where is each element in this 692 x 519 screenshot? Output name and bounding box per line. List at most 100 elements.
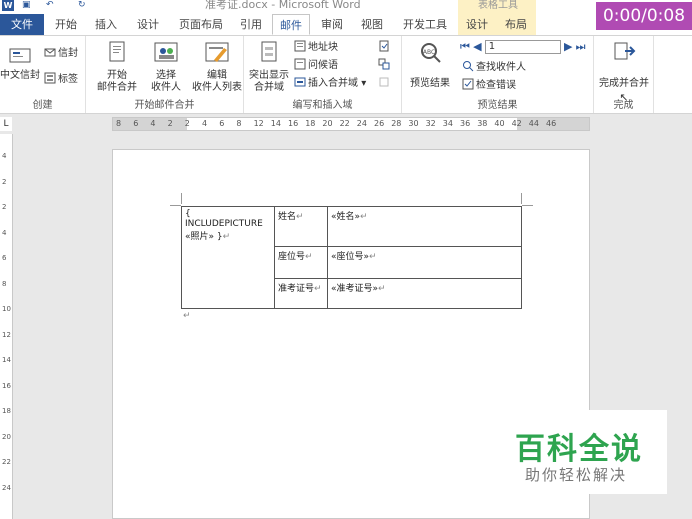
ruler-tick: 22: [2, 458, 11, 466]
chinese-envelope-icon: [9, 48, 31, 63]
last-record-icon[interactable]: ⏭: [576, 40, 586, 53]
paragraph-mark: ↵: [305, 252, 313, 262]
record-navigation: ⏮ ◀ 1 ▶ ⏭: [460, 40, 592, 55]
highlight-merge-fields-icon: [261, 41, 277, 62]
highlight-line2: 合并域: [254, 82, 284, 93]
greeting-line-button[interactable]: 问候语: [294, 58, 338, 73]
tab-design[interactable]: 设计: [130, 14, 166, 35]
labels-button[interactable]: 标签: [44, 72, 78, 87]
ruler-tick: 6: [133, 119, 139, 128]
highlight-merge-fields-button[interactable]: 突出显示 合并域: [246, 40, 292, 94]
start-merge-line2: 邮件合并: [97, 82, 137, 93]
tab-table-layout[interactable]: 布局: [496, 14, 536, 35]
group-finish: 完成并合并 ↖ 完成: [594, 36, 654, 113]
ruler-tick: 8: [2, 279, 7, 288]
edit-recipients-line1: 编辑: [207, 70, 227, 81]
crop-mark: [170, 205, 181, 206]
check-errors-icon: [462, 78, 474, 90]
horizontal-ruler[interactable]: 8 6 4 2 2 4 6 8 12 14 16 18 20 22 24 26 28 30 32 34 36 38 40 42…: [112, 117, 590, 131]
undo-icon[interactable]: ↶: [46, 0, 54, 10]
previous-record-icon[interactable]: ◀: [473, 40, 481, 53]
ruler-tick: 2: [2, 177, 7, 186]
tab-insert[interactable]: 插入: [88, 14, 124, 35]
envelope-icon: [44, 48, 56, 57]
ruler-tick: 18: [305, 119, 316, 128]
find-recipient-button[interactable]: 查找收件人: [462, 60, 526, 75]
group-finish-label: 完成: [613, 100, 634, 111]
finish-merge-label: 完成并合并: [599, 78, 649, 89]
record-number-input[interactable]: 1: [484, 40, 561, 54]
preview-results-button[interactable]: ABC 预览结果: [406, 40, 454, 90]
crop-mark: [522, 205, 533, 206]
next-record-icon[interactable]: ▶: [564, 40, 572, 53]
labels-label: 标签: [58, 74, 78, 85]
greeting-line-label: 问候语: [308, 60, 338, 71]
photo-cell[interactable]: { INCLUDEPICTURE «照片» }↵: [181, 206, 275, 309]
ruler-tick: 4: [2, 228, 7, 237]
ticket-field-cell[interactable]: «准考证号»↵: [327, 278, 522, 309]
ribbon-tabs: 文件 开始 插入 设计 页面布局 引用 邮件 审阅 视图 开发工具 设计 布局: [0, 14, 692, 35]
seat-field-cell[interactable]: «座位号»↵: [327, 246, 522, 279]
video-timer: 0:00/0:08: [596, 2, 692, 30]
tab-home[interactable]: 开始: [48, 14, 84, 35]
paragraph-mark: ↵: [360, 212, 368, 222]
tab-mailings[interactable]: 邮件: [272, 14, 310, 35]
seat-label-cell[interactable]: 座位号↵: [274, 246, 328, 279]
name-label-cell[interactable]: 姓名↵: [274, 206, 328, 247]
check-errors-button[interactable]: 检查错误: [462, 78, 516, 93]
ruler-tick: 34: [442, 119, 453, 128]
save-icon[interactable]: ▣: [22, 0, 31, 10]
edit-recipient-list-button[interactable]: 编辑 收件人列表: [190, 40, 244, 94]
tab-developer[interactable]: 开发工具: [396, 14, 454, 35]
tab-file[interactable]: 文件: [0, 14, 44, 35]
title-bar: W ▣ ↶ ↻ 准考证.docx - Microsoft Word: [0, 0, 692, 14]
crop-mark: [181, 193, 182, 204]
select-recipients-icon: [154, 42, 178, 62]
ribbon: 中文信封 信封 标签 创建 开始 邮件合并 选择 收件人 编辑 收件人列表 开始…: [0, 35, 692, 114]
finish-merge-button[interactable]: 完成并合并 ↖: [594, 40, 654, 104]
admission-card-table[interactable]: { INCLUDEPICTURE «照片» }↵ 姓名↵ «姓名»↵ 座位号↵ …: [181, 206, 522, 309]
tab-view[interactable]: 视图: [354, 14, 390, 35]
edit-recipient-list-icon: [205, 42, 229, 62]
ruler-tick: 6: [2, 254, 7, 262]
name-field-cell[interactable]: «姓名»↵: [327, 206, 522, 247]
tab-review[interactable]: 审阅: [314, 14, 350, 35]
update-labels-button[interactable]: [378, 76, 392, 91]
redo-icon[interactable]: ↻: [78, 0, 86, 10]
ruler-tick: 14: [2, 356, 11, 364]
ruler-tick: 4: [2, 152, 7, 160]
select-recipients-line2: 收件人: [151, 82, 181, 93]
group-create: 中文信封 信封 标签 创建: [0, 36, 86, 113]
ruler-tick: 40: [494, 119, 505, 128]
chevron-down-icon: ▾: [361, 78, 367, 89]
vertical-ruler[interactable]: 4 2 2 4 6 8 10 12 14 16 18 20 22 24: [0, 134, 13, 519]
envelopes-button[interactable]: 信封: [44, 46, 78, 61]
tab-page-layout[interactable]: 页面布局: [172, 14, 230, 35]
tab-selector[interactable]: L: [0, 117, 12, 131]
ruler-tick: 46: [546, 119, 557, 128]
ruler-tick: 36: [460, 119, 471, 128]
insert-merge-field-button[interactable]: 插入合并域 ▾: [294, 76, 366, 91]
first-record-icon[interactable]: ⏮: [460, 40, 470, 53]
tab-table-design[interactable]: 设计: [458, 14, 496, 35]
ruler-tick: 44: [528, 119, 539, 128]
start-mail-merge-button[interactable]: 开始 邮件合并: [92, 40, 142, 94]
ruler-tick: 14: [270, 119, 281, 128]
ruler-tick: 2: [167, 119, 173, 128]
group-preview-results: ABC 预览结果 ⏮ ◀ 1 ▶ ⏭ 查找收件人 检查错误 预览结果: [402, 36, 594, 113]
name-label: 姓名: [278, 212, 297, 222]
tab-references[interactable]: 引用: [234, 14, 268, 35]
ruler-tick: 18: [2, 407, 11, 415]
rules-button[interactable]: [378, 40, 392, 55]
paragraph-mark: ↵: [183, 311, 191, 321]
crop-mark: [521, 193, 522, 204]
name-field: «姓名»: [331, 212, 361, 222]
ruler-tick: 24: [2, 483, 11, 492]
greeting-line-icon: [294, 58, 306, 70]
select-recipients-button[interactable]: 选择 收件人: [142, 40, 190, 94]
match-fields-button[interactable]: [378, 58, 392, 73]
address-block-button[interactable]: 地址块: [294, 40, 338, 55]
ticket-label-cell[interactable]: 准考证号↵: [274, 278, 328, 309]
ruler-tick: 4: [150, 119, 156, 128]
ruler-tick: 20: [322, 119, 333, 128]
